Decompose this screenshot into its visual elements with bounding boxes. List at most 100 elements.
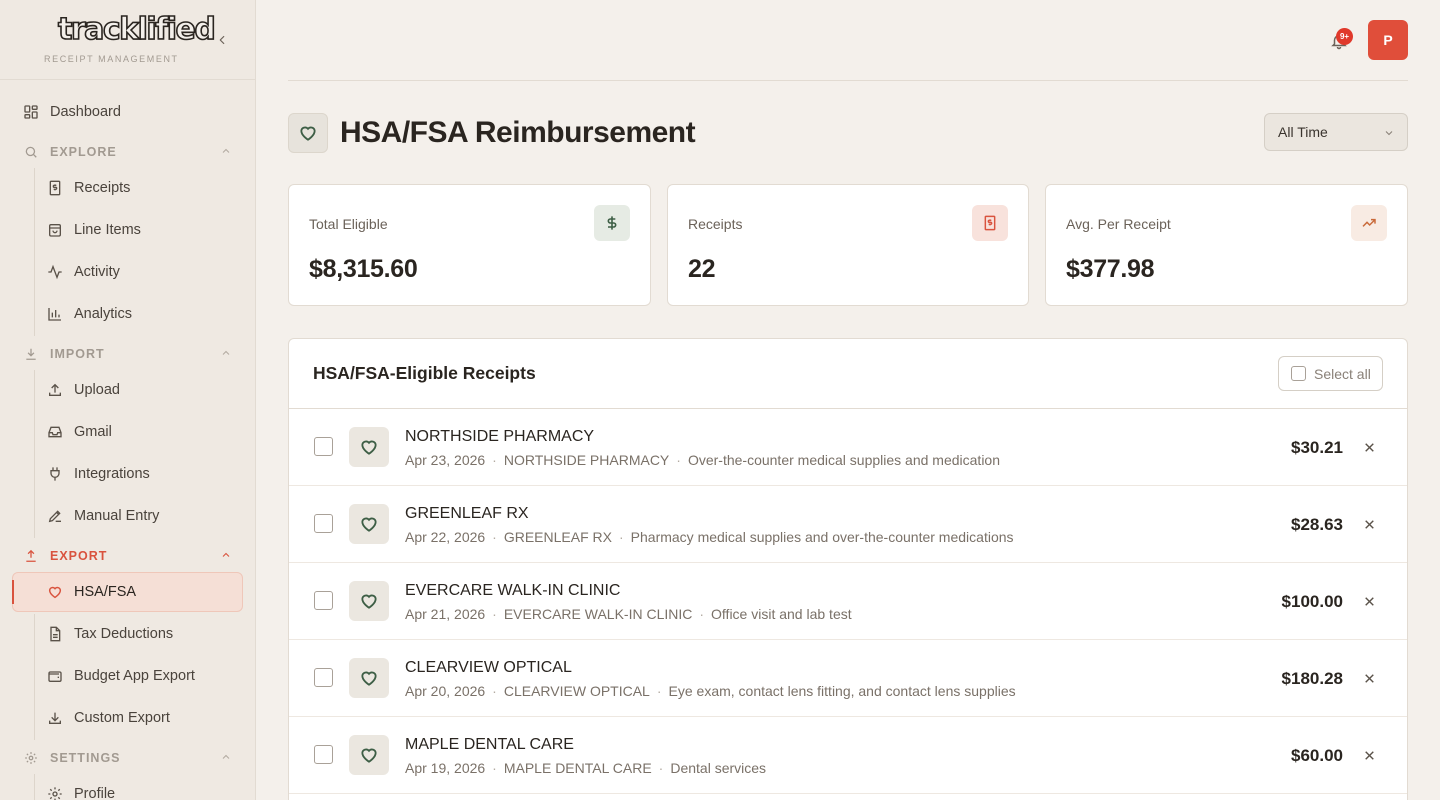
search-icon	[22, 143, 40, 161]
chevron-up-icon	[222, 148, 230, 153]
brand-tagline: RECEIPT MANAGEMENT	[44, 54, 179, 64]
logo[interactable]: tracklified	[57, 11, 216, 48]
divider	[34, 774, 35, 800]
sidebar-item-label: HSA/FSA	[74, 584, 137, 600]
sidebar-item-hsa-fsa[interactable]: HSA/FSA	[46, 572, 242, 612]
row-checkbox[interactable]	[314, 668, 333, 687]
heart-icon	[361, 517, 377, 532]
list-item[interactable]: MAPLE DENTAL CARE Apr 19, 2026 · MAPLE DEN…	[289, 717, 1407, 794]
heart-icon	[46, 583, 64, 601]
sidebar-item-analytics[interactable]: Analytics	[46, 294, 242, 334]
list-item[interactable]: EVERCARE WALK-IN CLINIC Apr 21, 2026 · EVE…	[289, 563, 1407, 640]
section-settings[interactable]: SETTINGS	[22, 746, 236, 770]
section-label: IMPORT	[50, 347, 105, 361]
sidebar-item-custom-export[interactable]: Custom Export	[46, 698, 242, 738]
row-icon-box	[349, 658, 389, 698]
sidebar-item-upload[interactable]: Upload	[46, 370, 242, 410]
sidebar-item-label: Manual Entry	[74, 508, 160, 524]
active-indicator	[12, 580, 14, 604]
receipt-amount: $60.00	[1291, 746, 1343, 765]
chevron-left-icon	[219, 35, 225, 45]
sidebar-item-profile[interactable]: Profile	[46, 774, 242, 800]
section-explore[interactable]: EXPLORE	[22, 140, 236, 164]
sidebar-item-line-items[interactable]: Line Items	[46, 210, 242, 250]
separator: ·	[658, 760, 664, 776]
remove-button[interactable]	[1359, 437, 1379, 457]
plug-icon	[46, 465, 64, 483]
sidebar-item-manual-entry[interactable]: Manual Entry	[46, 496, 242, 536]
receipt-meta: Apr 21, 2026 · EVERCARE WALK-IN CLINIC · Off…	[405, 606, 852, 622]
chevron-down-icon	[1385, 131, 1393, 136]
separator: ·	[656, 683, 662, 699]
row-checkbox[interactable]	[314, 437, 333, 456]
sidebar: tracklified RECEIPT MANAGEMENT Dashboard…	[0, 0, 256, 800]
activity-icon	[46, 263, 64, 281]
merchant-name: NORTHSIDE PHARMACY	[405, 428, 595, 445]
divider	[34, 370, 35, 538]
collapse-sidebar-button[interactable]	[212, 30, 232, 50]
stat-value: 22	[688, 255, 716, 283]
section-export[interactable]: EXPORT	[22, 544, 236, 568]
list-item[interactable]: CLEARVIEW OPTICAL Apr 20, 2026 · CLEARVIEW…	[289, 640, 1407, 717]
page-title: HSA/FSA Reimbursement	[340, 116, 696, 149]
list-item[interactable]: NORTHSIDE PHARMACY Apr 23, 2026 · NORTHSID…	[289, 409, 1407, 486]
receipt-description: Office visit and lab test	[711, 606, 852, 622]
sidebar-item-dashboard[interactable]: Dashboard	[22, 92, 242, 132]
brand: tracklified RECEIPT MANAGEMENT	[0, 0, 255, 80]
sidebar-item-gmail[interactable]: Gmail	[46, 412, 242, 452]
close-icon	[1364, 596, 1374, 606]
receipts-list: HSA/FSA-Eligible Receipts Select all NOR…	[288, 338, 1408, 800]
chevron-up-icon	[222, 350, 230, 355]
row-checkbox[interactable]	[314, 745, 333, 764]
sidebar-item-label: Integrations	[74, 466, 150, 482]
inbox-icon	[46, 423, 64, 441]
stat-card-avg-per-receipt: Avg. Per Receipt $377.98	[1045, 184, 1408, 306]
avatar[interactable]: P	[1368, 20, 1408, 60]
separator: ·	[676, 452, 681, 468]
sidebar-item-label: Tax Deductions	[74, 626, 174, 642]
row-icon-box	[349, 581, 389, 621]
row-checkbox[interactable]	[314, 514, 333, 533]
download-icon	[46, 709, 64, 727]
sidebar-item-integrations[interactable]: Integrations	[46, 454, 242, 494]
section-import[interactable]: IMPORT	[22, 342, 236, 366]
section-label: EXPLORE	[50, 145, 117, 159]
remove-button[interactable]	[1359, 745, 1379, 765]
sidebar-item-budget-app-export[interactable]: Budget App Export	[46, 656, 242, 696]
shopping-bag-icon	[46, 221, 64, 239]
notification-badge: 9+	[1336, 28, 1353, 45]
select-all-button[interactable]: Select all	[1278, 356, 1383, 391]
sidebar-item-label: Dashboard	[50, 104, 121, 120]
chevron-up-icon	[222, 552, 230, 557]
wallet-icon	[46, 667, 64, 685]
sidebar-item-tax-deductions[interactable]: Tax Deductions	[46, 614, 242, 654]
list-item[interactable]: GREENLEAF RX Apr 22, 2026 · GREENLEAF RX · P…	[289, 486, 1407, 563]
select-all-label: Select all	[1314, 365, 1371, 382]
stat-icon-box	[972, 205, 1008, 241]
remove-button[interactable]	[1359, 591, 1379, 611]
separator: ·	[492, 760, 497, 776]
stat-label: Avg. Per Receipt	[1066, 216, 1171, 232]
gear-icon	[22, 749, 40, 767]
row-icon-box	[349, 735, 389, 775]
period-select[interactable]: All Time	[1264, 113, 1408, 151]
receipt-date: Apr 22, 2026	[405, 529, 486, 545]
sidebar-item-label: Upload	[74, 382, 120, 398]
row-checkbox[interactable]	[314, 591, 333, 610]
row-icon-box	[349, 504, 389, 544]
receipt-meta: Apr 19, 2026 · MAPLE DENTAL CARE · Dental se…	[405, 760, 766, 776]
chevron-up-icon	[222, 754, 230, 759]
receipt-description: Pharmacy medical supplies and over-the-c…	[630, 529, 1014, 545]
row-icon-box	[349, 427, 389, 467]
receipt-meta: Apr 22, 2026 · GREENLEAF RX · Pharmacy medic…	[405, 529, 1014, 545]
remove-button[interactable]	[1359, 514, 1379, 534]
heart-icon	[361, 671, 377, 686]
stat-label: Total Eligible	[309, 216, 388, 232]
remove-button[interactable]	[1359, 668, 1379, 688]
trending-up-icon	[1362, 218, 1376, 227]
section-label: SETTINGS	[50, 751, 121, 765]
sidebar-item-activity[interactable]: Activity	[46, 252, 242, 292]
receipt-date: Apr 20, 2026	[405, 683, 486, 699]
sidebar-item-receipts[interactable]: Receipts	[46, 168, 242, 208]
select-all-checkbox[interactable]	[1291, 366, 1306, 381]
